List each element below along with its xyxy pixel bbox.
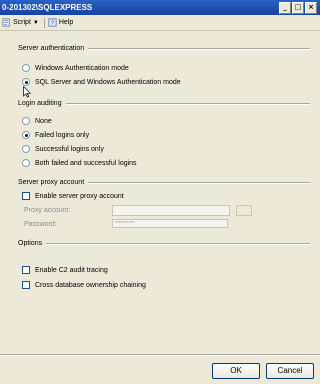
minimize-button[interactable]: _ — [279, 2, 291, 14]
help-icon: ? — [48, 18, 57, 27]
checkbox-c2-audit[interactable]: Enable C2 audit tracing — [22, 266, 108, 274]
server-security-page: Server authentication Windows Authentica… — [6, 33, 314, 348]
checkbox-enable-proxy[interactable]: Enable server proxy account — [22, 192, 124, 200]
section-title: Options — [18, 240, 43, 247]
radio-indicator — [22, 64, 30, 72]
section-title: Login auditing — [18, 100, 62, 107]
checkbox-label: Cross database ownership chaining — [35, 281, 146, 289]
script-label: Script — [13, 19, 31, 26]
section-server-proxy-account: Server proxy account — [18, 179, 310, 186]
radio-mixed-auth[interactable]: SQL Server and Windows Authentication mo… — [22, 78, 181, 86]
cancel-button[interactable]: Cancel — [266, 363, 314, 379]
checkbox-indicator — [22, 192, 30, 200]
toolbar-separator — [43, 17, 45, 28]
radio-label: SQL Server and Windows Authentication mo… — [35, 78, 181, 86]
browse-proxy-button[interactable] — [236, 205, 252, 216]
chevron-down-icon[interactable]: ▼ — [33, 20, 39, 26]
password-field[interactable]: ********** — [112, 219, 228, 228]
checkbox-indicator — [22, 266, 30, 274]
radio-audit-both[interactable]: Both failed and successful logins — [22, 159, 137, 167]
svg-text:?: ? — [51, 20, 55, 27]
window-controls: _ □ × — [279, 2, 317, 14]
divider — [88, 47, 310, 50]
radio-indicator-selected — [22, 131, 30, 139]
maximize-button[interactable]: □ — [292, 2, 304, 14]
proxy-account-field[interactable] — [112, 205, 230, 216]
radio-indicator — [22, 145, 30, 153]
radio-windows-auth[interactable]: Windows Authentication mode — [22, 64, 129, 72]
divider — [88, 181, 310, 184]
checkbox-cross-db-chaining[interactable]: Cross database ownership chaining — [22, 281, 146, 289]
radio-audit-failed[interactable]: Failed logins only — [22, 131, 89, 139]
section-server-authentication: Server authentication — [18, 45, 310, 52]
radio-indicator — [22, 117, 30, 125]
radio-audit-none[interactable]: None — [22, 117, 52, 125]
section-options: Options — [18, 240, 310, 247]
password-label: Password: — [24, 221, 57, 228]
proxy-account-label: Proxy account: — [24, 207, 71, 214]
radio-label: Windows Authentication mode — [35, 64, 129, 72]
close-button[interactable]: × — [305, 2, 317, 14]
window-title-bar[interactable]: 0-201302\SQLEXPRESS _ □ × — [0, 0, 320, 15]
radio-label: Failed logins only — [35, 131, 90, 139]
section-login-auditing: Login auditing — [18, 100, 310, 107]
radio-audit-successful[interactable]: Successful logins only — [22, 145, 104, 153]
checkbox-label: Enable server proxy account — [35, 192, 124, 200]
radio-label: None — [35, 117, 52, 125]
script-icon — [2, 18, 10, 27]
footer-divider — [0, 354, 320, 356]
section-title: Server proxy account — [18, 179, 85, 186]
script-button[interactable]: Script ▼ — [2, 18, 39, 27]
help-button[interactable]: ? Help — [48, 18, 73, 27]
radio-label: Successful logins only — [35, 145, 104, 153]
mouse-cursor-icon — [23, 86, 31, 98]
divider — [46, 242, 310, 245]
radio-indicator — [22, 159, 30, 167]
checkbox-indicator — [22, 281, 30, 289]
radio-indicator-selected — [22, 78, 30, 86]
password-value: ********** — [115, 221, 135, 227]
window-title: 0-201302\SQLEXPRESS — [2, 3, 93, 12]
ok-button[interactable]: OK — [212, 363, 260, 379]
divider — [65, 102, 310, 105]
radio-label: Both failed and successful logins — [35, 159, 137, 167]
checkbox-label: Enable C2 audit tracing — [35, 266, 108, 274]
section-title: Server authentication — [18, 45, 85, 52]
help-label: Help — [58, 19, 74, 26]
toolbar: Script ▼ ? Help — [0, 15, 320, 31]
